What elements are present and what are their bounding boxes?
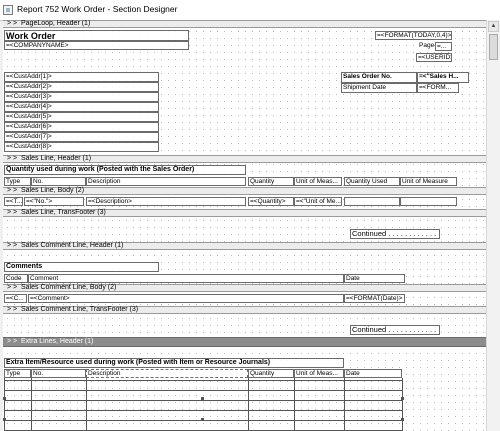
design-canvas[interactable]: > > PageLoop, Header (1) Work Order =<COM…: [3, 20, 486, 431]
column-header-quantity-used[interactable]: Quantity Used: [344, 177, 400, 186]
continued-field-2[interactable]: Continued . . . . . . . . . . . .: [350, 325, 440, 335]
page-number-field[interactable]: =...: [435, 42, 452, 51]
cust-addr-field[interactable]: =<CustAddr[7]>: [4, 132, 159, 142]
cust-addr-field[interactable]: =<CustAddr[4]>: [4, 102, 159, 112]
selection-handle[interactable]: [401, 397, 404, 400]
extra-lines-grid[interactable]: [3, 378, 405, 431]
section-label: Sales Comment Line, Body (2): [21, 284, 117, 291]
scroll-thumb[interactable]: [489, 34, 498, 60]
column-header-unit-of-measure[interactable]: Unit of Meas...: [294, 177, 342, 186]
column-header-no-extra[interactable]: No.: [31, 369, 86, 378]
column-header-quantity-extra[interactable]: Quantity: [248, 369, 294, 378]
comments-caption[interactable]: Comments: [4, 262, 159, 272]
cust-addr-field[interactable]: =<CustAddr[3]>: [4, 92, 159, 102]
cust-addr-field[interactable]: =<CustAddr[5]>: [4, 112, 159, 122]
section-bar-pageloop-header[interactable]: > > PageLoop, Header (1): [3, 20, 486, 28]
section-label: Extra Lines, Header (1): [21, 338, 94, 345]
cust-addr-field[interactable]: =<CustAddr[8]>: [4, 142, 159, 152]
column-header-type[interactable]: Type: [4, 177, 31, 186]
description-field[interactable]: =<Description>: [86, 197, 246, 206]
report-title-field[interactable]: Work Order: [4, 30, 189, 41]
cust-addr-field[interactable]: =<CustAddr[6]>: [4, 122, 159, 132]
userid-field[interactable]: =<USERID>: [416, 53, 452, 62]
no-field[interactable]: =<"No.">: [24, 197, 84, 206]
section-designer-window: Report 752 Work Order - Section Designer…: [0, 0, 500, 431]
quantity-used-field[interactable]: [344, 197, 400, 206]
section-bar-sales-line-body[interactable]: > > Sales Line, Body (2): [3, 187, 486, 195]
section-label: PageLoop, Header (1): [21, 20, 91, 27]
report-app-icon: [3, 5, 13, 15]
continued-field[interactable]: Continued . . . . . . . . . . . .: [350, 229, 440, 239]
column-header-code[interactable]: Code: [4, 274, 28, 283]
format-date-field[interactable]: =<FORMAT(Date)>: [344, 294, 405, 303]
section-label: Sales Comment Line, TransFooter (3): [21, 306, 139, 313]
scroll-up-arrow-icon[interactable]: ▲: [488, 21, 499, 32]
company-name-field[interactable]: =<COMPANYNAME>: [4, 41, 189, 50]
quantity-field[interactable]: =<Quantity>: [248, 197, 294, 206]
column-header-comment[interactable]: Comment: [28, 274, 344, 283]
cust-addr-field[interactable]: =<CustAddr[2]>: [4, 82, 159, 92]
shipment-date-field[interactable]: =<FORM...: [417, 83, 459, 93]
selection-handle[interactable]: [3, 418, 6, 421]
column-header-type-extra[interactable]: Type: [4, 369, 31, 378]
unit-of-measure-field-2[interactable]: [400, 197, 457, 206]
shipment-date-label[interactable]: Shipment Date: [341, 83, 417, 93]
section-label: Sales Line, TransFooter (3): [21, 209, 106, 216]
column-header-description[interactable]: Description: [86, 177, 246, 186]
section-bar-sales-line-transfooter[interactable]: > > Sales Line, TransFooter (3): [3, 209, 486, 217]
code-field[interactable]: =<C...: [4, 294, 27, 303]
section-label: Sales Line, Body (2): [21, 187, 85, 194]
column-header-quantity[interactable]: Quantity: [248, 177, 294, 186]
page-label[interactable]: Page: [418, 42, 434, 51]
selection-handle[interactable]: [201, 418, 204, 421]
column-header-unit-of-measure-2[interactable]: Unit of Measure: [400, 177, 457, 186]
unit-of-measure-field[interactable]: =<"Unit of Me...: [294, 197, 342, 206]
selection-handle[interactable]: [401, 418, 404, 421]
selection-handle[interactable]: [201, 397, 204, 400]
sales-order-no-field[interactable]: =<"Sales H...: [417, 72, 469, 83]
extra-item-caption[interactable]: Extra Item/Resource used during work (Po…: [4, 358, 344, 368]
section-bar-sales-line-header[interactable]: > > Sales Line, Header (1): [3, 155, 486, 163]
column-header-date-extra[interactable]: Date: [344, 369, 402, 378]
section-bar-sales-comment-body[interactable]: > > Sales Comment Line, Body (2): [3, 284, 486, 292]
section-label: Sales Comment Line, Header (1): [21, 242, 124, 249]
cust-addr-field[interactable]: =<CustAddr[1]>: [4, 72, 159, 82]
column-header-unit-of-measure-extra[interactable]: Unit of Meas...: [294, 369, 344, 378]
section-bar-sales-comment-transfooter[interactable]: > > Sales Comment Line, TransFooter (3): [3, 306, 486, 314]
type-field[interactable]: =<T...: [4, 197, 23, 206]
comment-field[interactable]: =<Comment>: [28, 294, 344, 303]
section-label: Sales Line, Header (1): [21, 155, 92, 162]
format-today-field[interactable]: =<FORMAT(TODAY,0,4)>: [375, 31, 452, 40]
sales-order-no-label[interactable]: Sales Order No.: [341, 72, 417, 83]
quantity-used-caption[interactable]: Quantity used during work (Posted with t…: [4, 165, 246, 175]
vertical-scrollbar[interactable]: ▲: [486, 20, 500, 431]
window-title: Report 752 Work Order - Section Designer: [17, 4, 178, 14]
column-header-date[interactable]: Date: [344, 274, 405, 283]
column-header-no[interactable]: No.: [31, 177, 86, 186]
title-bar: Report 752 Work Order - Section Designer: [0, 0, 500, 21]
section-bar-extra-lines-header[interactable]: > > Extra Lines, Header (1): [3, 337, 486, 347]
section-bar-sales-comment-header[interactable]: > > Sales Comment Line, Header (1): [3, 242, 486, 250]
column-header-description-extra[interactable]: Description: [86, 369, 248, 378]
selection-handle[interactable]: [3, 397, 6, 400]
